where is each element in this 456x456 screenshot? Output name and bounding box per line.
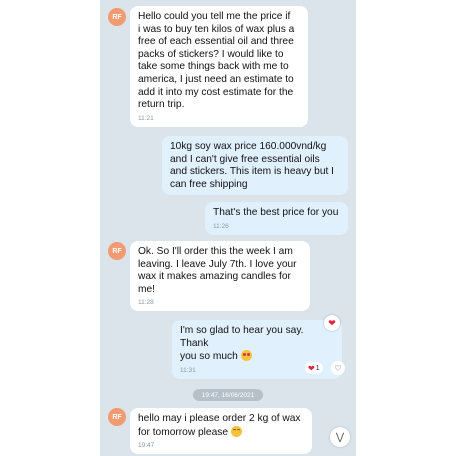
incoming-message-bubble[interactable]: Ok. So I'll order this the week I am lea… <box>130 241 310 312</box>
heart-reaction-icon[interactable]: ❤ <box>324 315 340 331</box>
outgoing-message-bubble[interactable]: That's the best price for you 11:26 <box>205 202 348 235</box>
incoming-message-bubble[interactable]: Hello could you tell me the price if i w… <box>130 6 308 127</box>
message-text: That's the best price for you <box>213 207 339 218</box>
avatar-initials: RF <box>112 413 122 421</box>
message-time: 11:26 <box>213 222 229 230</box>
heart-icon: ❤ <box>308 363 315 373</box>
contact-avatar[interactable]: RF <box>108 8 126 26</box>
message-text-line-1: I'm so glad to hear you say. Thank <box>180 325 304 349</box>
message-text-line-1: hello may i please order 2 kg of wax <box>138 413 301 424</box>
message-time: 19:47 <box>138 442 155 450</box>
message-time: 11:28 <box>138 299 154 307</box>
message-text: Hello could you tell me the price if i w… <box>138 11 295 111</box>
date-separator: 19:47, 16/06/2021 <box>193 389 263 401</box>
avatar-initials: RF <box>112 247 122 255</box>
reaction-count: 1 <box>315 364 320 372</box>
chat-area: RF Hello could you tell me the price if … <box>100 0 356 456</box>
message-time: 11:21 <box>138 114 154 122</box>
avatar-initials: RF <box>112 13 122 21</box>
reaction-count-badge[interactable]: ❤ 1 <box>305 362 323 374</box>
smiling-emoji <box>230 425 242 437</box>
contact-avatar[interactable]: RF <box>108 408 126 426</box>
outgoing-message-bubble[interactable]: 10kg soy wax price 160.000vnd/kg and I c… <box>162 136 348 196</box>
incoming-message-bubble[interactable]: hello may i please order 2 kg of wax for… <box>130 408 312 455</box>
chevron-double-down-icon: ⋁ <box>335 431 345 443</box>
message-text: 10kg soy wax price 160.000vnd/kg and I c… <box>170 141 335 190</box>
heart-outline-icon[interactable]: ♡ <box>331 361 345 375</box>
heart-eyes-emoji <box>240 350 252 362</box>
scroll-to-bottom-button[interactable]: ⋁ <box>330 427 350 447</box>
contact-avatar[interactable]: RF <box>108 242 126 260</box>
message-text: Ok. So I'll order this the week I am lea… <box>138 246 297 295</box>
message-text-line-2: for tomorrow please <box>138 425 304 440</box>
